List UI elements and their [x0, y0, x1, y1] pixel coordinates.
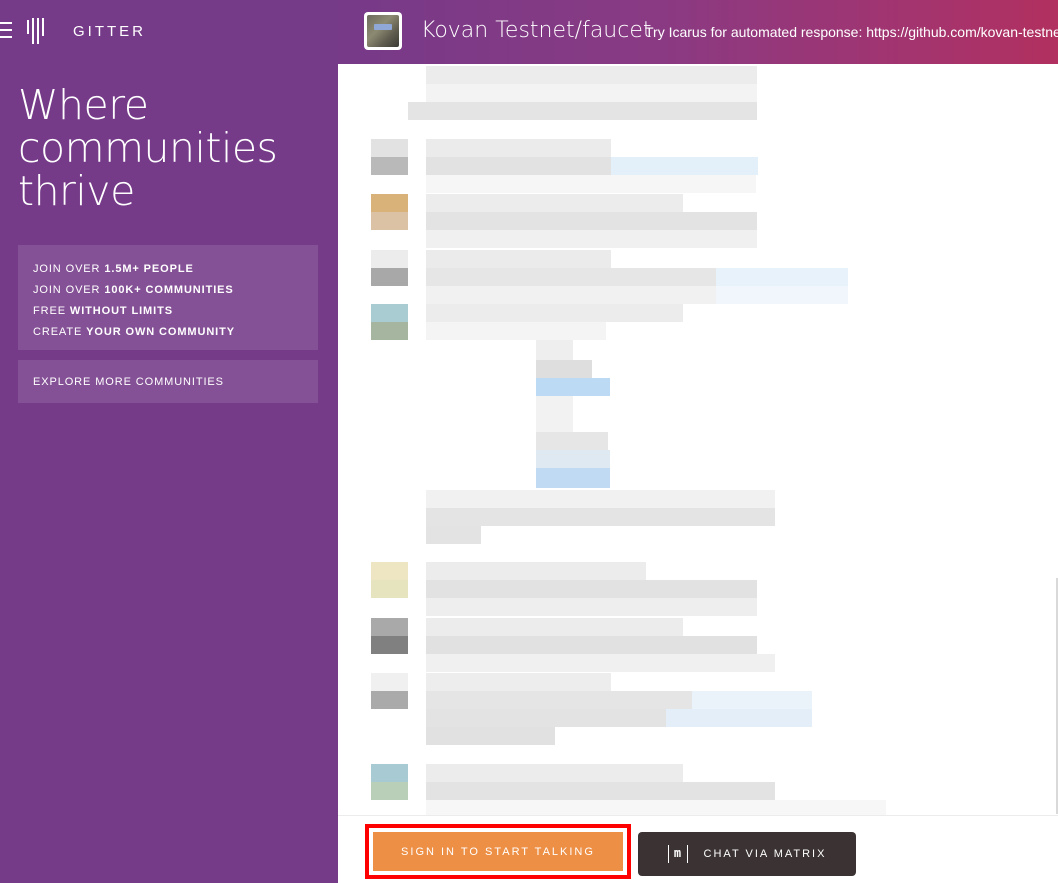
avatar — [371, 194, 408, 212]
avatar — [371, 322, 408, 340]
avatar — [371, 250, 408, 268]
blurred-code — [536, 378, 610, 396]
blurred-code — [536, 360, 592, 378]
blurred-code — [536, 450, 610, 468]
blurred-message-text — [426, 580, 757, 598]
blurred-message-text — [426, 673, 611, 691]
chat-footer: SIGN IN TO START TALKING m CHAT VIA MATR… — [338, 815, 1058, 883]
blurred-link — [716, 268, 848, 286]
info-line: JOIN OVER 1.5M+ PEOPLE — [33, 263, 194, 275]
blurred-link — [692, 691, 812, 709]
avatar — [371, 157, 408, 175]
avatar — [371, 212, 408, 230]
info-box: JOIN OVER 1.5M+ PEOPLE JOIN OVER 100K+ C… — [18, 245, 318, 350]
blurred-message-text — [408, 102, 757, 120]
left-menu-panel: GITTER Where communities thrive JOIN OVE… — [0, 0, 338, 883]
blurred-message-text — [426, 212, 757, 230]
avatar — [371, 636, 408, 654]
avatar — [371, 618, 408, 636]
blurred-link — [716, 286, 848, 304]
avatar — [371, 304, 408, 322]
brand-name[interactable]: GITTER — [73, 23, 146, 40]
blurred-message-text — [426, 654, 775, 672]
blurred-message-text — [426, 230, 757, 248]
blurred-message-text — [426, 286, 716, 304]
blurred-message-text — [426, 526, 481, 544]
matrix-button-label: CHAT VIA MATRIX — [703, 848, 827, 860]
blurred-message-text — [426, 800, 886, 815]
blurred-message-text — [426, 175, 756, 193]
blurred-message-text — [426, 764, 683, 782]
blurred-link — [666, 709, 812, 727]
tagline: Where communities thrive — [18, 81, 278, 215]
chat-via-matrix-button[interactable]: m CHAT VIA MATRIX — [638, 832, 856, 876]
sign-in-button[interactable]: SIGN IN TO START TALKING — [373, 832, 623, 871]
blurred-message-text — [426, 618, 683, 636]
avatar — [371, 764, 408, 782]
room-avatar[interactable] — [364, 12, 402, 50]
blurred-message-text — [426, 727, 555, 745]
avatar — [371, 580, 408, 598]
blurred-message-text — [426, 84, 757, 102]
hamburger-icon[interactable] — [0, 22, 12, 40]
blurred-message-text — [426, 508, 775, 526]
menu-topbar: GITTER — [0, 0, 338, 64]
blurred-message-text — [426, 268, 716, 286]
info-line: CREATE YOUR OWN COMMUNITY — [33, 326, 235, 338]
room-header: Kovan Testnet/faucet Try Icarus for auto… — [338, 0, 1058, 64]
blurred-message-text — [426, 691, 692, 709]
blurred-message-text — [426, 66, 757, 84]
blurred-message-text — [426, 490, 775, 508]
blurred-message-text — [426, 194, 683, 212]
blurred-message-text — [426, 636, 757, 654]
avatar — [371, 673, 408, 691]
blurred-message-text — [426, 782, 775, 800]
blurred-message-text — [426, 304, 683, 322]
blurred-message-text — [426, 562, 646, 580]
info-line: JOIN OVER 100K+ COMMUNITIES — [33, 284, 234, 296]
blurred-code — [536, 340, 573, 360]
blurred-message-text — [426, 139, 611, 157]
avatar — [371, 268, 408, 286]
avatar — [371, 691, 408, 709]
explore-communities-button[interactable]: EXPLORE MORE COMMUNITIES — [18, 360, 318, 403]
blurred-message-text — [426, 250, 611, 268]
blurred-code — [536, 396, 573, 432]
info-line: FREE WITHOUT LIMITS — [33, 305, 173, 317]
blurred-code — [536, 432, 608, 450]
blurred-link — [611, 157, 758, 175]
blurred-message-text — [426, 598, 757, 616]
blurred-message-text — [426, 157, 611, 175]
avatar — [371, 562, 408, 580]
matrix-icon: m — [667, 845, 688, 863]
avatar — [371, 782, 408, 800]
blurred-message-text — [426, 709, 666, 727]
avatar — [371, 139, 408, 157]
blurred-message-text — [426, 322, 606, 340]
chat-messages-area[interactable] — [338, 64, 1058, 815]
room-title[interactable]: Kovan Testnet/faucet — [421, 18, 652, 43]
blurred-code — [536, 468, 610, 488]
gitter-logo-icon[interactable] — [27, 18, 45, 44]
room-topic: Try Icarus for automated response: https… — [645, 24, 1058, 40]
